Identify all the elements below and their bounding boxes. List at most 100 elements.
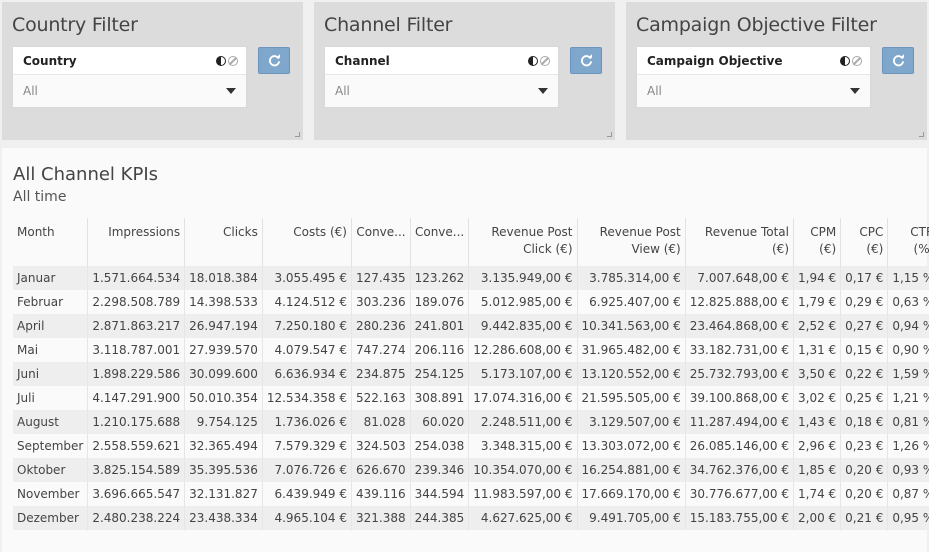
- table-cell: 26.947.194: [184, 314, 263, 338]
- table-cell: 3.135.949,00 €: [468, 266, 578, 290]
- table-cell: 7.007.648,00 €: [685, 266, 795, 290]
- campaign-objective-select[interactable]: All: [637, 75, 870, 107]
- table-row[interactable]: September 2.558.559.621 32.365.494 7.579.32…: [13, 434, 929, 458]
- table-cell: 12.286.608,00 €: [468, 338, 578, 362]
- table-cell: 1,15 %: [887, 266, 929, 290]
- table-cell: 0,81 %: [887, 410, 929, 434]
- table-cell: 9.442.835,00 €: [468, 314, 578, 338]
- table-cell: 30.776.677,00 €: [685, 482, 795, 506]
- table-cell: 32.365.494: [184, 434, 263, 458]
- table-row[interactable]: August 1.210.175.688 9.754.125 1.736.026 €8…: [13, 410, 929, 434]
- table-row[interactable]: Februar 2.298.508.789 14.398.533 4.124.512 …: [13, 290, 929, 314]
- table-cell: 1,21 %: [887, 386, 929, 410]
- table-cell: 0,29 €: [840, 290, 889, 314]
- column-header[interactable]: Costs (€): [262, 218, 353, 266]
- table-cell: 7.076.726 €: [262, 458, 353, 482]
- column-header[interactable]: Conve...: [410, 218, 470, 266]
- table-cell: 5.173.107,00 €: [468, 362, 578, 386]
- ban-icon[interactable]: [228, 55, 238, 66]
- table-cell: 1.898.229.586: [87, 362, 186, 386]
- table-cell: 3.825.154.589: [87, 458, 186, 482]
- campaign-objective-filter-box: Campaign Objective All: [636, 46, 871, 108]
- table-cell: Oktober: [13, 458, 89, 482]
- table-cell: 11.983.597,00 €: [468, 482, 578, 506]
- column-header[interactable]: Revenue Post Click (€): [468, 218, 578, 266]
- table-cell: 280.236: [351, 314, 411, 338]
- refresh-icon: [892, 54, 905, 67]
- table-row[interactable]: Juli 4.147.291.900 50.010.354 12.534.358 €5…: [13, 386, 929, 410]
- table-cell: 123.262: [410, 266, 470, 290]
- table-cell: 626.670: [351, 458, 411, 482]
- table-cell: 0,27 €: [840, 314, 889, 338]
- table-cell: 206.116: [410, 338, 470, 362]
- column-header[interactable]: Impressions: [87, 218, 186, 266]
- table-cell: 0,90 %: [887, 338, 929, 362]
- table-cell: 7.579.329 €: [262, 434, 353, 458]
- table-cell: 3,02 €: [793, 386, 842, 410]
- resize-grip[interactable]: [919, 132, 924, 137]
- caret-down-icon[interactable]: [538, 88, 548, 94]
- country-refresh-button[interactable]: [258, 47, 290, 74]
- table-cell: 7.250.180 €: [262, 314, 353, 338]
- table-cell: 1,79 €: [793, 290, 842, 314]
- resize-grip[interactable]: [607, 132, 612, 137]
- table-cell: 13.120.552,00 €: [577, 362, 686, 386]
- table-row[interactable]: Dezember 2.480.238.224 23.438.334 4.965.104…: [13, 506, 929, 530]
- table-cell: 2.480.238.224: [87, 506, 186, 530]
- column-header[interactable]: Clicks: [184, 218, 263, 266]
- table-cell: 3.055.495 €: [262, 266, 353, 290]
- ban-icon[interactable]: [852, 55, 862, 66]
- column-header[interactable]: Revenue Post View (€): [577, 218, 686, 266]
- table-cell: 321.388: [351, 506, 411, 530]
- table-cell: 0,23 €: [840, 434, 889, 458]
- table-cell: 4.079.547 €: [262, 338, 353, 362]
- column-header[interactable]: Conve...: [351, 218, 411, 266]
- table-row[interactable]: Juni 1.898.229.586 30.099.600 6.636.934 €23…: [13, 362, 929, 386]
- table-cell: 12.534.358 €: [262, 386, 353, 410]
- table-row[interactable]: April 2.871.863.217 26.947.194 7.250.180 €2…: [13, 314, 929, 338]
- column-header[interactable]: CPC (€): [840, 218, 889, 266]
- half-circle-icon[interactable]: [840, 55, 850, 66]
- table-cell: 1,26 %: [887, 434, 929, 458]
- table-row[interactable]: Januar 1.571.664.534 18.018.384 3.055.495 €…: [13, 266, 929, 290]
- column-header[interactable]: Month: [13, 218, 89, 266]
- table-cell: 18.018.384: [184, 266, 263, 290]
- table-row[interactable]: Oktober 3.825.154.589 35.395.536 7.076.726 …: [13, 458, 929, 482]
- table-cell: 0,21 €: [840, 506, 889, 530]
- channel-filter-label: Channel: [335, 53, 390, 68]
- kpi-panel: All Channel KPIs All time Month Impressi…: [2, 148, 929, 552]
- table-cell: 12.825.888,00 €: [685, 290, 795, 314]
- table-cell: 3,50 €: [793, 362, 842, 386]
- ban-icon[interactable]: [540, 55, 550, 66]
- table-cell: August: [13, 410, 89, 434]
- half-circle-icon[interactable]: [528, 55, 538, 66]
- table-row[interactable]: November 3.696.665.547 32.131.827 6.439.949…: [13, 482, 929, 506]
- table-cell: 34.762.376,00 €: [685, 458, 795, 482]
- table-row[interactable]: Mai 3.118.787.001 27.939.570 4.079.547 €747…: [13, 338, 929, 362]
- channel-filter-panel: Channel Filter Channel All: [314, 2, 615, 140]
- country-select[interactable]: All: [13, 75, 246, 107]
- table-cell: 39.100.868,00 €: [685, 386, 795, 410]
- table-cell: 0,17 €: [840, 266, 889, 290]
- channel-select-value: All: [335, 84, 350, 98]
- half-circle-icon[interactable]: [216, 55, 226, 66]
- table-cell: 31.965.482,00 €: [577, 338, 686, 362]
- column-header[interactable]: CPM (€): [793, 218, 842, 266]
- channel-refresh-button[interactable]: [570, 47, 602, 74]
- table-cell: 1.736.026 €: [262, 410, 353, 434]
- table-cell: 3.118.787.001: [87, 338, 186, 362]
- table-body: Januar 1.571.664.534 18.018.384 3.055.495 €…: [13, 266, 929, 530]
- campaign-objective-refresh-button[interactable]: [882, 47, 914, 74]
- column-header[interactable]: Revenue Total (€): [685, 218, 795, 266]
- table-cell: 308.891: [410, 386, 470, 410]
- table-cell: 60.020: [410, 410, 470, 434]
- channel-select[interactable]: All: [325, 75, 558, 107]
- table-cell: 2,96 €: [793, 434, 842, 458]
- table-cell: 13.303.072,00 €: [577, 434, 686, 458]
- table-cell: 10.341.563,00 €: [577, 314, 686, 338]
- caret-down-icon[interactable]: [850, 88, 860, 94]
- table-cell: 17.669.170,00 €: [577, 482, 686, 506]
- column-header[interactable]: CTR (%): [888, 218, 929, 266]
- caret-down-icon[interactable]: [226, 88, 236, 94]
- resize-grip[interactable]: [295, 132, 300, 137]
